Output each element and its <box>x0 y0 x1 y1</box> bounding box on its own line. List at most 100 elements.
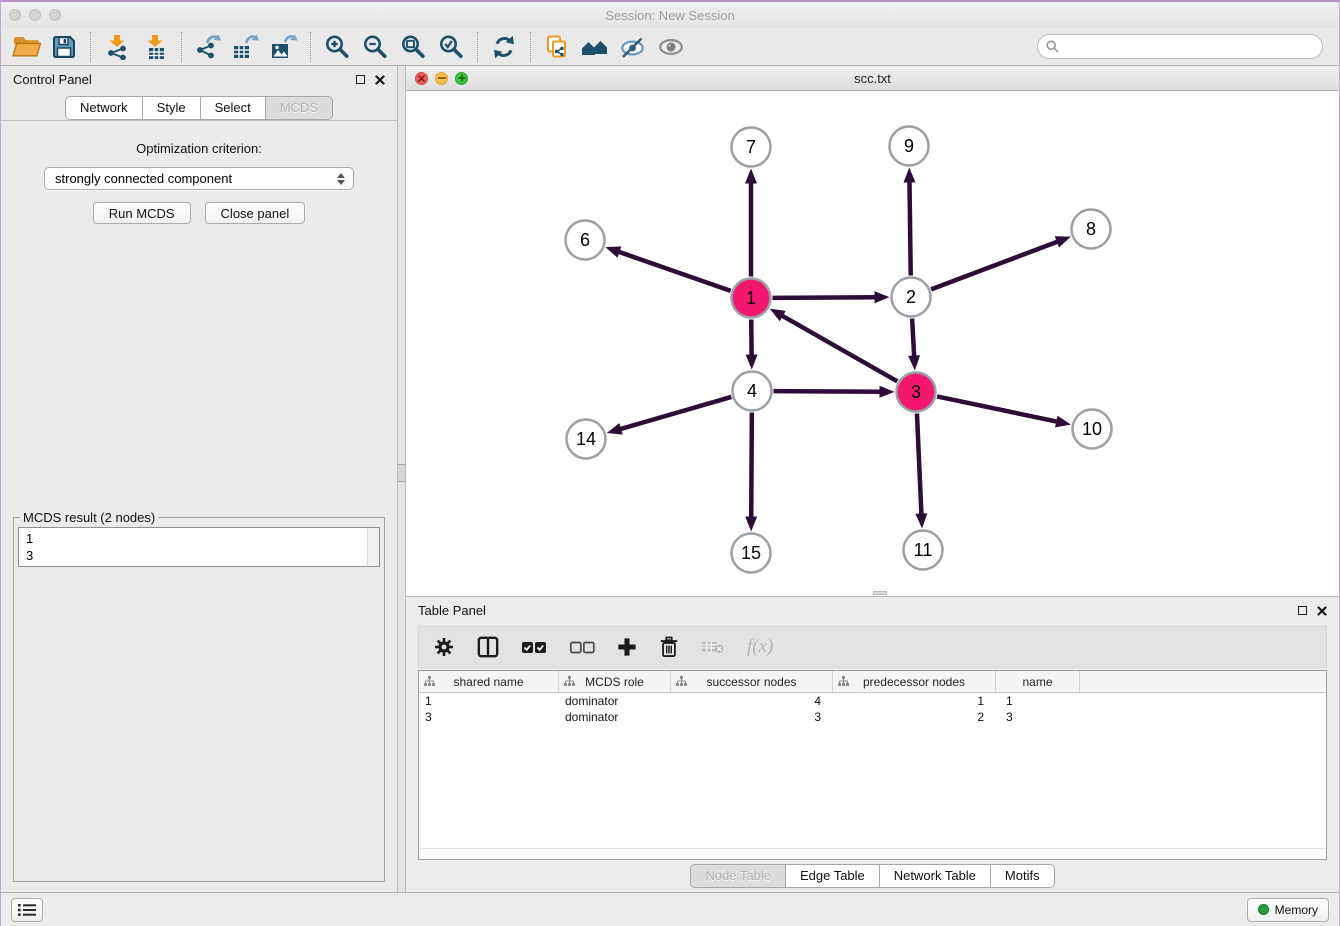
tab-network-table[interactable]: Network Table <box>880 864 991 888</box>
graph-edge-3-1[interactable] <box>780 315 897 382</box>
split-columns-icon[interactable] <box>477 632 499 662</box>
import-table-icon[interactable] <box>136 30 174 64</box>
tab-style[interactable]: Style <box>143 96 201 120</box>
canvas-resize-grip[interactable] <box>873 591 887 595</box>
tab-edge-table[interactable]: Edge Table <box>786 864 880 888</box>
float-table-panel-icon[interactable] <box>1298 606 1307 615</box>
column-header-name[interactable]: name <box>996 671 1080 692</box>
table-row[interactable]: 3 dominator 3 2 3 <box>419 709 1326 725</box>
home-icon[interactable] <box>576 30 614 64</box>
task-history-button[interactable] <box>11 898 43 922</box>
function-builder-icon[interactable]: f(x) <box>747 632 773 662</box>
column-label: shared name <box>453 675 523 689</box>
mcds-result-group-title: MCDS result (2 nodes) <box>20 510 158 525</box>
graph-edge-2-3[interactable] <box>912 318 914 358</box>
zoom-selected-icon[interactable] <box>432 30 470 64</box>
spacer <box>1 224 397 510</box>
export-table-icon[interactable] <box>227 30 265 64</box>
settings-gear-icon[interactable] <box>433 632 455 662</box>
tab-mcds[interactable]: MCDS <box>266 96 333 120</box>
graph-edge-arrowhead <box>879 386 894 398</box>
search-icon <box>1046 40 1059 53</box>
cell-successor-nodes[interactable]: 4 <box>671 694 833 708</box>
cell-shared-name[interactable]: 1 <box>419 694 559 708</box>
list-icon <box>18 903 36 917</box>
search-input[interactable] <box>1064 38 1314 55</box>
graph-edge-4-14[interactable] <box>618 397 731 430</box>
export-network-icon[interactable] <box>189 30 227 64</box>
import-network-icon[interactable] <box>98 30 136 64</box>
graph-edge-4-15[interactable] <box>751 412 752 519</box>
deselect-all-columns-icon[interactable] <box>569 632 595 662</box>
export-image-icon[interactable] <box>265 30 303 64</box>
graph-node-label: 8 <box>1086 219 1096 239</box>
cell-successor-nodes[interactable]: 3 <box>671 710 833 724</box>
column-header-mcds-role[interactable]: MCDS role <box>559 671 671 692</box>
graph-node-label: 11 <box>914 540 933 560</box>
new-network-from-selection-icon[interactable] <box>538 30 576 64</box>
tab-node-table[interactable]: Node Table <box>690 864 786 888</box>
select-all-columns-icon[interactable] <box>521 632 547 662</box>
column-label: name <box>1022 675 1052 689</box>
save-session-icon[interactable] <box>45 30 83 64</box>
graph-edge-1-2[interactable] <box>772 297 877 298</box>
mcds-result-textarea[interactable]: 1 3 <box>18 527 380 567</box>
network-view-window: scc.txt 7968124314101511 <box>406 66 1339 597</box>
graph-node-label: 7 <box>746 137 756 157</box>
zoom-fit-icon[interactable] <box>394 30 432 64</box>
search-box[interactable] <box>1037 34 1323 59</box>
memory-button[interactable]: Memory <box>1247 898 1329 922</box>
graph-edge-2-8[interactable] <box>931 241 1060 290</box>
cell-mcds-role[interactable]: dominator <box>559 710 671 724</box>
cell-predecessor-nodes[interactable]: 2 <box>833 710 996 724</box>
graph-edge-arrowhead <box>745 169 757 184</box>
close-panel-button[interactable]: Close panel <box>205 202 306 224</box>
cell-name[interactable]: 1 <box>996 694 1080 708</box>
tab-select[interactable]: Select <box>201 96 266 120</box>
refresh-layout-icon[interactable] <box>485 30 523 64</box>
zoom-in-icon[interactable] <box>318 30 356 64</box>
close-table-panel-icon[interactable] <box>1317 606 1327 616</box>
main-area: Control Panel Network Style Select MCDS … <box>1 66 1339 892</box>
table-panel: Table Panel <box>406 597 1339 892</box>
control-panel-tabs: Network Style Select MCDS <box>1 93 397 120</box>
cell-name[interactable]: 3 <box>996 710 1080 724</box>
column-label: predecessor nodes <box>863 675 965 689</box>
tab-network[interactable]: Network <box>65 96 143 120</box>
graph-edge-2-9[interactable] <box>909 179 910 275</box>
delete-column-icon[interactable] <box>659 632 679 662</box>
table-row[interactable]: 1 dominator 4 1 1 <box>419 693 1326 709</box>
delete-table-icon[interactable] <box>701 632 725 662</box>
graph-edge-arrowhead <box>770 309 786 322</box>
graph-edge-3-10[interactable] <box>937 396 1059 422</box>
column-header-shared-name[interactable]: shared name <box>419 671 559 692</box>
graph-edge-1-6[interactable] <box>617 251 731 291</box>
splitter-grip[interactable] <box>398 464 405 482</box>
optimization-criterion-select[interactable]: strongly connected component <box>44 167 354 190</box>
graph-edge-3-11[interactable] <box>917 413 922 516</box>
show-graphics-details-icon[interactable] <box>652 30 690 64</box>
close-panel-icon[interactable] <box>375 75 385 85</box>
graph-edge-4-3[interactable] <box>773 391 882 392</box>
graph-node-label: 15 <box>741 543 761 563</box>
panel-splitter[interactable] <box>397 66 406 892</box>
run-mcds-button[interactable]: Run MCDS <box>93 202 191 224</box>
float-panel-icon[interactable] <box>356 75 365 84</box>
network-canvas[interactable]: 7968124314101511 <box>406 91 1339 596</box>
tab-motifs[interactable]: Motifs <box>991 864 1055 888</box>
result-scrollbar[interactable] <box>367 528 379 566</box>
column-header-predecessor-nodes[interactable]: predecessor nodes <box>833 671 996 692</box>
cell-mcds-role[interactable]: dominator <box>559 694 671 708</box>
add-column-icon[interactable] <box>617 632 637 662</box>
zoom-out-icon[interactable] <box>356 30 394 64</box>
main-toolbar <box>1 28 1339 66</box>
hide-graphics-details-icon[interactable] <box>614 30 652 64</box>
table-horizontal-scrollbar[interactable] <box>419 848 1326 859</box>
network-graph[interactable]: 7968124314101511 <box>406 91 1339 596</box>
graph-node-label: 14 <box>576 429 596 449</box>
cell-shared-name[interactable]: 3 <box>419 710 559 724</box>
column-header-successor-nodes[interactable]: successor nodes <box>671 671 833 692</box>
graph-edge-arrowhead <box>745 516 757 531</box>
cell-predecessor-nodes[interactable]: 1 <box>833 694 996 708</box>
open-file-icon[interactable] <box>7 30 45 64</box>
